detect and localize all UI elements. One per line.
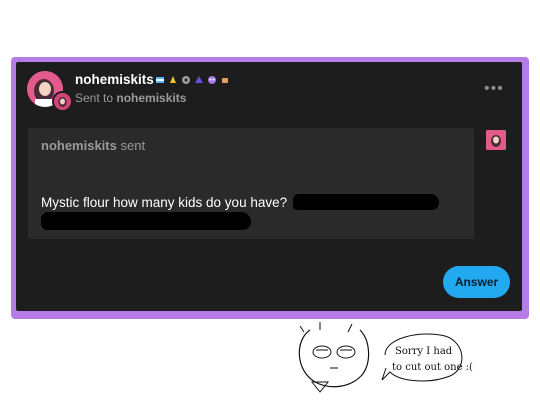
doodle-hair xyxy=(299,322,353,333)
sent-to-user[interactable]: nohemiskits xyxy=(116,91,186,105)
flag-badge-icon xyxy=(156,77,164,83)
answer-button[interactable]: Answer xyxy=(443,266,510,298)
ask-question: Mystic flour how many kids do you have? xyxy=(41,195,288,210)
ask-sender[interactable]: nohemiskits xyxy=(41,138,117,153)
doodle-head xyxy=(298,329,370,388)
doodle-drawing: Sorry I had to cut out one :( xyxy=(298,322,473,393)
badge-icons xyxy=(155,75,230,85)
sent-to-prefix: Sent to xyxy=(75,91,114,105)
recipient-avatar[interactable] xyxy=(52,91,73,112)
asker-avatar[interactable] xyxy=(486,130,506,150)
ask-header: nohemiskits sent xyxy=(41,138,145,153)
hand-badge-icon xyxy=(222,78,228,83)
more-options-icon[interactable]: ••• xyxy=(484,80,504,98)
witch-badge-icon xyxy=(195,76,203,83)
bell-badge-icon xyxy=(170,76,176,83)
doodle-note-line2: to cut out one :( xyxy=(392,362,473,373)
gear-badge-icon xyxy=(182,76,190,84)
doodle-note-line1: Sorry I had xyxy=(395,346,453,357)
asker-avatar-icon xyxy=(486,130,506,150)
doodle-bowtie xyxy=(310,381,330,393)
redaction-scribble xyxy=(293,194,439,210)
face-badge-icon xyxy=(208,76,216,84)
speech-bubble xyxy=(381,333,463,382)
doodle-eye-left xyxy=(312,345,332,359)
doodle-eye-right xyxy=(336,345,356,359)
sent-to-line: Sent to nohemiskits xyxy=(75,91,186,105)
post-username[interactable]: nohemiskits xyxy=(75,72,154,87)
redaction-scribble xyxy=(41,212,251,230)
ask-sent-word: sent xyxy=(120,138,146,153)
recipient-avatar-icon xyxy=(54,93,71,110)
